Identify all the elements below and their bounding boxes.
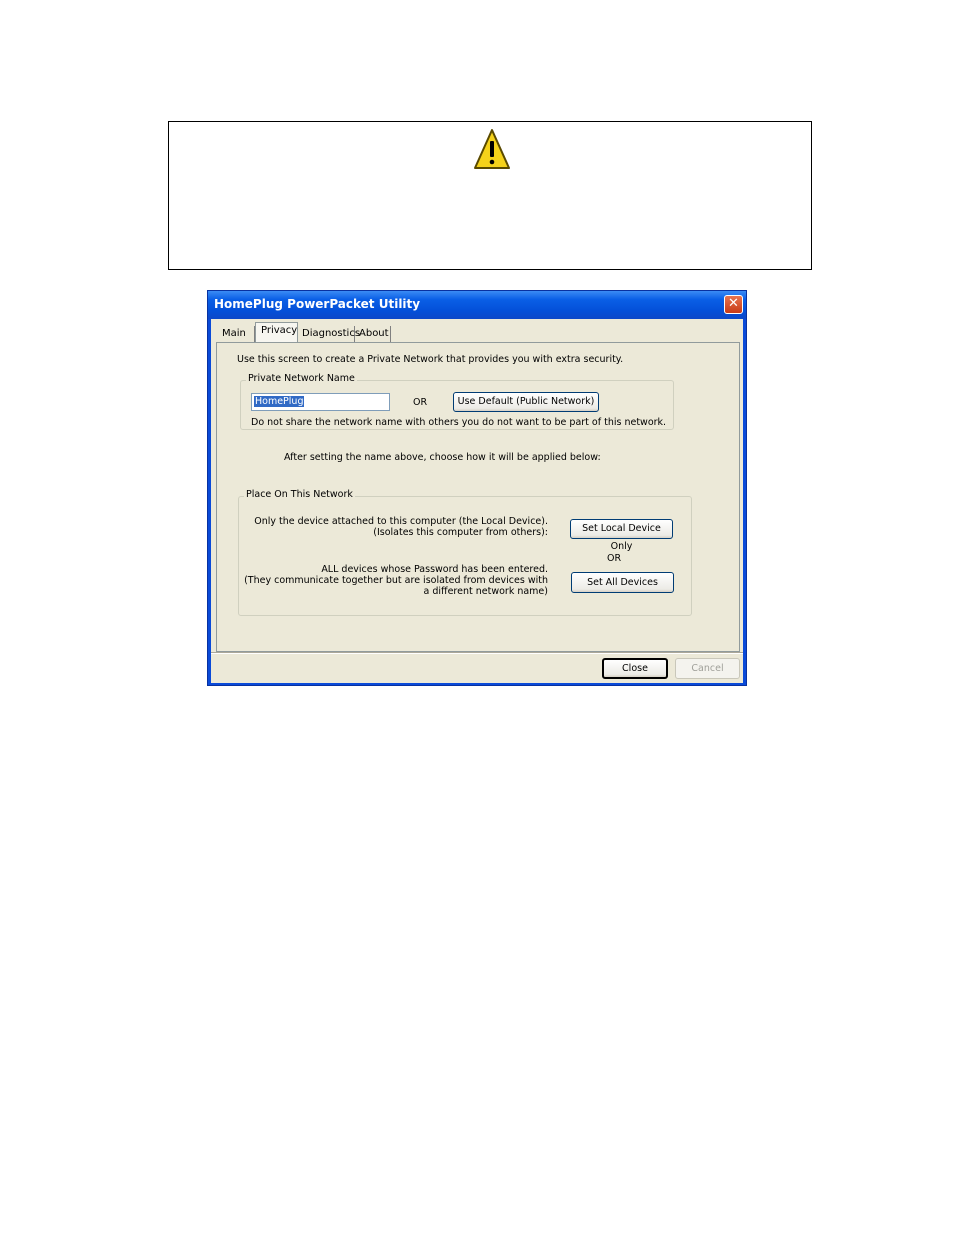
tab-main[interactable]: Main	[218, 326, 255, 342]
group-label: Private Network Name	[246, 373, 357, 384]
share-note: Do not share the network name with other…	[251, 417, 667, 428]
tab-diagnostics[interactable]: Diagnostics	[298, 326, 360, 342]
local-desc-line1: Only the device attached to this compute…	[254, 516, 548, 527]
all-desc-line1: ALL devices whose Password has been ente…	[321, 564, 548, 575]
set-local-device-button[interactable]: Set Local Device Only	[570, 519, 673, 552]
set-all-devices-button[interactable]: Set All Devices	[571, 572, 674, 593]
or-label: OR	[607, 553, 622, 564]
footer-divider	[211, 652, 743, 654]
cancel-button[interactable]: Cancel	[675, 658, 740, 679]
warning-icon	[474, 129, 510, 169]
title-bar[interactable]: HomePlug PowerPacket Utility ✕	[208, 291, 746, 319]
private-network-group: Private Network Name HomePlug OR Use Def…	[240, 373, 674, 430]
all-desc-line3: a different network name)	[423, 586, 548, 597]
privacy-panel: Use this screen to create a Private Netw…	[216, 342, 740, 652]
warning-box	[168, 121, 812, 270]
close-icon[interactable]: ✕	[724, 295, 743, 314]
or-label: OR	[413, 397, 428, 408]
all-desc-line2: (They communicate together but are isola…	[244, 575, 548, 586]
close-button[interactable]: Close	[602, 658, 668, 679]
network-name-value: HomePlug	[254, 396, 305, 407]
intro-text: Use this screen to create a Private Netw…	[237, 354, 624, 365]
dialog-client: Main Privacy Diagnostics About Use this …	[211, 319, 743, 683]
use-default-button[interactable]: Use Default (Public Network)	[453, 392, 599, 412]
network-name-input[interactable]: HomePlug	[251, 393, 390, 411]
local-desc-line2: (Isolates this computer from others):	[373, 527, 548, 538]
group-label: Place On This Network	[244, 489, 355, 500]
tab-privacy[interactable]: Privacy	[255, 322, 298, 342]
after-setting-note: After setting the name above, choose how…	[284, 452, 601, 463]
place-on-network-group: Place On This Network Only the device at…	[238, 489, 692, 616]
window-title: HomePlug PowerPacket Utility	[214, 297, 421, 311]
utility-window: HomePlug PowerPacket Utility ✕ Main Priv…	[207, 290, 747, 686]
tab-about[interactable]: About	[355, 326, 391, 342]
